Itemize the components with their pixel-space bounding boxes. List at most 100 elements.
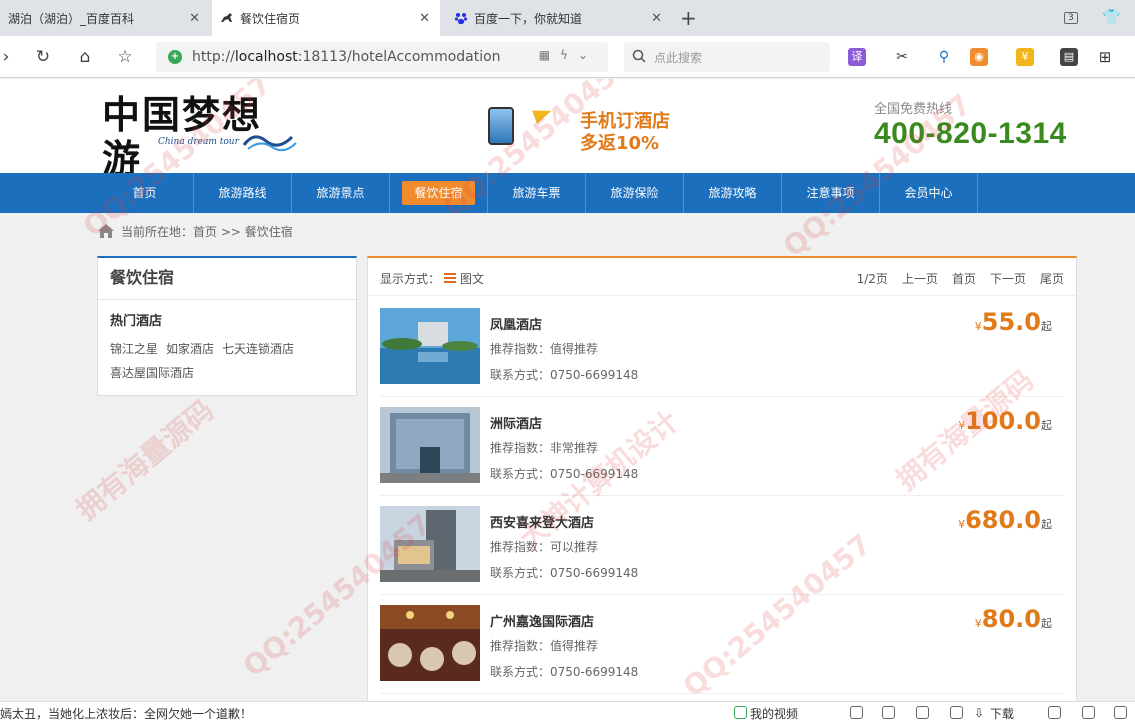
hotel-name[interactable]: 西安喜来登大酒店 <box>490 512 594 531</box>
bookmark-star-icon[interactable]: ☆ <box>113 45 137 69</box>
nav-home[interactable]: 首页 <box>96 173 194 213</box>
nav-guides[interactable]: 旅游攻略 <box>684 173 782 213</box>
reader-icon[interactable]: ▤ <box>1060 48 1078 66</box>
watermark-text: 拥有海量源码 <box>70 393 220 527</box>
sidebar-subtitle: 热门酒店 <box>110 314 163 329</box>
back-icon[interactable]: › <box>0 45 18 69</box>
hotel-item[interactable]: 洲际酒店 推荐指数：非常推荐 联系方式：0750-6699148 ¥100.0起 <box>380 397 1064 496</box>
hotel-item[interactable]: 西安喜来登大酒店 推荐指数：可以推荐 联系方式：0750-6699148 ¥68… <box>380 496 1064 595</box>
sidebar-link-xidawu[interactable]: 喜达屋国际酒店 <box>110 366 194 380</box>
magnifier-icon[interactable]: ⚲ <box>935 48 953 66</box>
site-logo[interactable]: 中国梦想游 China dream tour <box>102 93 298 181</box>
hotel-contact: 联系方式：0750-6699148 <box>490 566 639 580</box>
browser-tabbar: 湖泊（湖泊）_百度百科 ✕ 餐饮住宿页 ✕ 百度一下，你就知道 ✕ + 3 👕 <box>0 0 1135 36</box>
tab-baike[interactable]: 湖泊（湖泊）_百度百科 ✕ <box>0 0 210 36</box>
tab-hotel-page[interactable]: 餐饮住宿页 ✕ <box>212 0 440 36</box>
rocket-icon[interactable] <box>950 706 963 719</box>
horse-icon <box>220 11 234 25</box>
my-video-link[interactable]: 我的视频 <box>750 705 798 722</box>
nav-hotels[interactable]: 餐饮住宿 <box>390 173 488 213</box>
sidebar-title: 餐饮住宿 <box>98 258 356 300</box>
hotel-contact: 联系方式：0750-6699148 <box>490 467 639 481</box>
phone-icon <box>488 107 514 145</box>
secure-shield-icon: + <box>168 50 182 64</box>
hotel-item[interactable]: 广州嘉逸国际酒店 推荐指数：值得推荐 联系方式：0750-6699148 ¥80… <box>380 595 1064 694</box>
nav-attractions[interactable]: 旅游景点 <box>292 173 390 213</box>
nav-insurance[interactable]: 旅游保险 <box>586 173 684 213</box>
nav-tickets[interactable]: 旅游车票 <box>488 173 586 213</box>
tab-title: 百度一下，你就知道 <box>474 11 583 26</box>
tab-title: 湖泊（湖泊）_百度百科 <box>8 11 135 26</box>
hotel-price: ¥680.0起 <box>958 506 1052 534</box>
list-view-icon[interactable] <box>444 273 457 284</box>
sidebar-link-qitian[interactable]: 七天连锁酒店 <box>222 342 294 356</box>
new-tab-button[interactable]: + <box>680 6 697 30</box>
hotel-recommendation: 推荐指数：值得推荐 <box>490 639 599 653</box>
hotel-price: ¥100.0起 <box>958 407 1052 435</box>
skin-icon[interactable]: 👕 <box>1102 8 1121 26</box>
sidebar-link-jinjiang[interactable]: 锦江之星 <box>110 342 158 356</box>
scissors-icon[interactable]: ✂ <box>893 48 911 66</box>
refresh-icon[interactable]: ↻ <box>31 45 55 69</box>
next-page-link[interactable]: 下一页 <box>990 272 1026 286</box>
hotel-name[interactable]: 广州嘉逸国际酒店 <box>490 611 594 630</box>
mobile-booking-promo[interactable]: 手机订酒店 多返10% <box>488 101 688 154</box>
download-link[interactable]: 下载 <box>990 705 1014 722</box>
browser-statusbar: 嫣太丑，当她化上浓妆后：全网欠她一个道歉！ 我的视频 ⇩ 下载 <box>0 701 1135 722</box>
hotel-recommendation: 推荐指数：非常推荐 <box>490 441 599 455</box>
prev-page-link[interactable]: 上一页 <box>902 272 938 286</box>
game-icon[interactable]: ◉ <box>970 48 988 66</box>
hotel-item[interactable]: 凤凰酒店 推荐指数：值得推荐 联系方式：0750-6699148 ¥55.0起 <box>380 298 1064 397</box>
home-icon[interactable]: ⌂ <box>73 45 97 69</box>
hotel-name[interactable]: 凤凰酒店 <box>490 314 542 333</box>
hotel-price: ¥80.0起 <box>974 605 1052 633</box>
refresh-icon[interactable] <box>1114 706 1127 719</box>
hotel-contact: 联系方式：0750-6699148 <box>490 368 639 382</box>
download-icon[interactable]: ⇩ <box>974 706 987 720</box>
display-mode: 显示方式： 图文 <box>380 270 485 287</box>
breadcrumb: 当前所在地：首页 >> 餐饮住宿 <box>97 221 293 241</box>
display-mode-option[interactable]: 图文 <box>460 270 484 287</box>
baidu-paw-icon <box>454 11 468 25</box>
translate-icon[interactable]: 译 <box>848 48 866 66</box>
shield-icon[interactable] <box>850 706 863 719</box>
web-page: 中国梦想游 China dream tour 手机订酒店 多返10% 全国免费热… <box>0 79 1135 701</box>
home-icon <box>98 224 114 238</box>
wave-logo-icon <box>242 135 297 152</box>
settings-icon[interactable] <box>1048 706 1061 719</box>
search-box[interactable]: 点此搜索 <box>624 42 830 72</box>
apps-grid-icon[interactable]: ⊞ <box>1096 48 1114 66</box>
nav-notices[interactable]: 注意事项 <box>782 173 880 213</box>
hotel-photo[interactable] <box>380 407 480 483</box>
last-page-link[interactable]: 尾页 <box>1040 272 1064 286</box>
hotline-number: 400-820-1314 <box>874 117 1067 150</box>
nav-routes[interactable]: 旅游路线 <box>194 173 292 213</box>
news-ticker-link[interactable]: 嫣太丑，当她化上浓妆后：全网欠她一个道歉！ <box>0 705 252 722</box>
close-icon[interactable]: ✕ <box>189 11 200 26</box>
hotel-recommendation: 推荐指数：可以推荐 <box>490 540 599 554</box>
hotel-photo[interactable] <box>380 308 480 384</box>
close-icon[interactable]: ✕ <box>419 11 430 26</box>
address-bar[interactable]: + http://localhost:18113/hotelAccommodat… <box>156 42 608 72</box>
coupon-icon[interactable]: ¥ <box>1016 48 1034 66</box>
search-input[interactable]: 点此搜索 <box>654 49 702 66</box>
nav-member[interactable]: 会员中心 <box>880 173 978 213</box>
address-url[interactable]: http://localhost:18113/hotelAccommodatio… <box>192 49 501 65</box>
image-icon[interactable] <box>882 706 895 719</box>
heart-icon[interactable] <box>916 706 929 719</box>
pager: 1/2页 上一页 首页 下一页 尾页 <box>843 270 1064 287</box>
hotel-photo[interactable] <box>380 605 480 681</box>
main-navigation: 首页 旅游路线 旅游景点 餐饮住宿 旅游车票 旅游保险 旅游攻略 注意事项 会员… <box>0 173 1135 213</box>
tab-count-badge[interactable]: 3 <box>1064 9 1078 24</box>
tab-title: 餐饮住宿页 <box>240 11 301 26</box>
tab-baidu[interactable]: 百度一下，你就知道 ✕ <box>446 0 672 36</box>
hotel-name[interactable]: 洲际酒店 <box>490 413 542 432</box>
ie-icon[interactable] <box>1082 706 1095 719</box>
hotel-photo[interactable] <box>380 506 480 582</box>
sidebar-link-rujia[interactable]: 如家酒店 <box>166 342 214 356</box>
first-page-link[interactable]: 首页 <box>952 272 976 286</box>
address-tools-icon[interactable]: ▦ϟ⌄ <box>539 48 598 62</box>
hotel-contact: 联系方式：0750-6699148 <box>490 665 639 679</box>
close-icon[interactable]: ✕ <box>651 11 662 26</box>
browser-navbar: › ↻ ⌂ ☆ + http://localhost:18113/hotelAc… <box>0 36 1135 78</box>
